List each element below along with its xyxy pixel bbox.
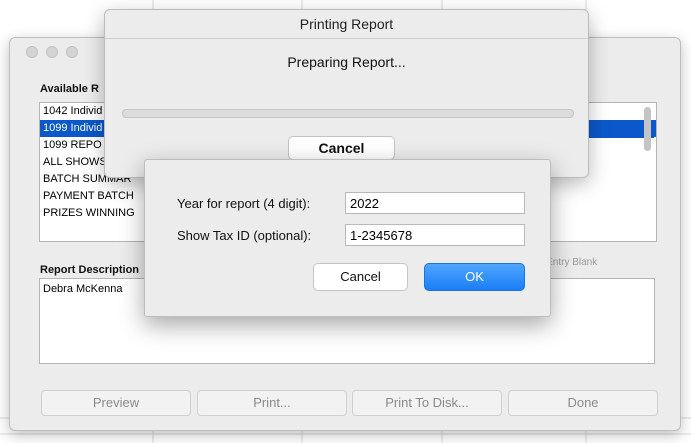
close-window-icon[interactable] [26, 46, 38, 58]
year-input[interactable] [345, 192, 525, 214]
progress-bar [122, 109, 574, 118]
preparing-message: Preparing Report... [287, 54, 406, 70]
list-scrollbar[interactable] [644, 107, 651, 151]
ok-button[interactable]: OK [424, 263, 525, 291]
preview-button[interactable]: Preview [41, 390, 191, 416]
minimize-window-icon[interactable] [46, 46, 58, 58]
year-label: Year for report (4 digit): [177, 196, 311, 211]
zoom-window-icon[interactable] [66, 46, 78, 58]
print-button[interactable]: Print... [197, 390, 347, 416]
print-to-disk-button[interactable]: Print To Disk... [352, 390, 502, 416]
report-description-label: Report Description [40, 264, 140, 276]
description-text: Debra McKenna [43, 283, 123, 295]
taxid-input[interactable] [345, 224, 525, 246]
cancel-button[interactable]: Cancel [313, 263, 408, 291]
dialog-title: Printing Report [299, 16, 394, 32]
printing-report-dialog: Printing Report Preparing Report... Canc… [104, 9, 589, 178]
taxid-label: Show Tax ID (optional): [177, 228, 312, 243]
cancel-print-button[interactable]: Cancel [288, 136, 395, 160]
tax-report-dialog: Year for report (4 digit): Show Tax ID (… [144, 159, 551, 317]
done-button[interactable]: Done [508, 390, 658, 416]
title-divider [105, 38, 588, 39]
